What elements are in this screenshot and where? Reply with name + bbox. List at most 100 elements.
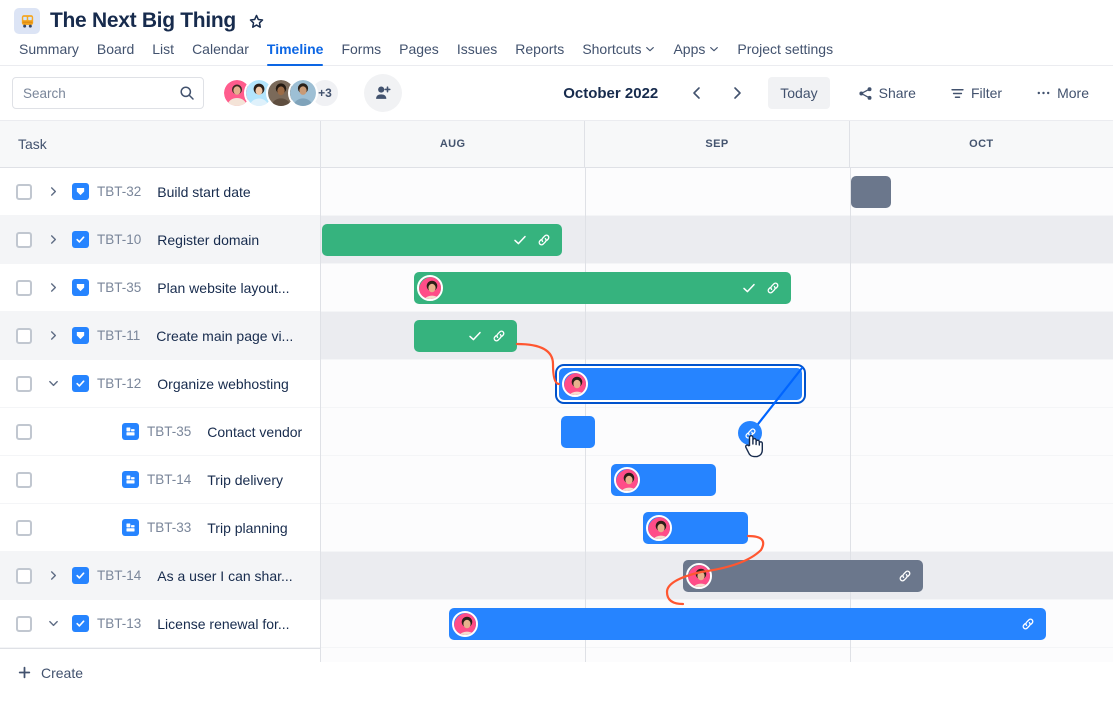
search-input[interactable] (13, 78, 203, 108)
share-icon (858, 86, 873, 101)
search-box[interactable] (12, 77, 204, 109)
row-checkbox[interactable] (16, 424, 32, 440)
expand-chevron-right-icon[interactable] (42, 186, 64, 197)
avatar-group: +3 (222, 78, 340, 108)
issue-key[interactable]: TBT-14 (97, 568, 141, 583)
table-row[interactable]: TBT-35 Plan website layout... (0, 264, 320, 312)
link-icon (744, 427, 757, 440)
task-column-header: Task (0, 121, 321, 167)
issue-summary[interactable]: Build start date (157, 184, 250, 200)
issue-key[interactable]: TBT-13 (97, 616, 141, 631)
row-checkbox[interactable] (16, 376, 32, 392)
issue-summary[interactable]: Trip planning (207, 520, 287, 536)
tab-summary[interactable]: Summary (10, 37, 88, 66)
tab-forms[interactable]: Forms (332, 37, 390, 66)
gantt-bar-tbt-13[interactable] (449, 608, 1046, 640)
issue-key[interactable]: TBT-11 (97, 328, 140, 343)
tab-reports[interactable]: Reports (506, 37, 573, 66)
tab-calendar[interactable]: Calendar (183, 37, 258, 66)
expand-chevron-right-icon[interactable] (42, 570, 64, 581)
table-row[interactable]: TBT-12 Organize webhosting (0, 360, 320, 408)
issue-key[interactable]: TBT-35 (97, 280, 141, 295)
gantt-bar-tbt-11[interactable] (414, 320, 517, 352)
table-row[interactable]: TBT-10 Register domain (0, 216, 320, 264)
collapse-chevron-down-icon[interactable] (42, 378, 64, 389)
today-button[interactable]: Today (768, 77, 829, 109)
row-checkbox[interactable] (16, 232, 32, 248)
table-row[interactable]: TBT-11 Create main page vi... (0, 312, 320, 360)
row-checkbox[interactable] (16, 280, 32, 296)
table-row[interactable]: TBT-14 Trip delivery (0, 456, 320, 504)
row-checkbox[interactable] (16, 616, 32, 632)
gantt-bar-tbt-10[interactable] (322, 224, 562, 256)
tab-pages[interactable]: Pages (390, 37, 448, 66)
gantt-bar-tbt-32[interactable] (851, 176, 891, 208)
more-button[interactable]: More (1024, 77, 1101, 109)
avatar (686, 563, 712, 589)
gantt-chart[interactable] (321, 168, 1113, 662)
row-checkbox[interactable] (16, 520, 32, 536)
row-checkbox[interactable] (16, 472, 32, 488)
issue-key[interactable]: TBT-10 (97, 232, 141, 247)
issue-summary[interactable]: Create main page vi... (156, 328, 293, 344)
avatar[interactable] (288, 78, 318, 108)
bus-icon (14, 8, 40, 34)
tab-label: Shortcuts (582, 41, 641, 57)
issue-summary[interactable]: Trip delivery (207, 472, 283, 488)
issue-summary[interactable]: License renewal for... (157, 616, 289, 632)
expand-chevron-right-icon[interactable] (42, 234, 64, 245)
issue-key[interactable]: TBT-33 (147, 520, 191, 535)
gantt-bar-tbt-33-subtask[interactable] (643, 512, 748, 544)
issue-summary[interactable]: Contact vendor (207, 424, 302, 440)
issue-key[interactable]: TBT-35 (147, 424, 191, 439)
add-people-button[interactable] (364, 74, 402, 112)
tab-label: Reports (515, 41, 564, 57)
tab-timeline[interactable]: Timeline (258, 37, 333, 66)
gantt-bar-tbt-35-subtask[interactable] (561, 416, 595, 448)
table-row[interactable]: TBT-13 License renewal for... (0, 600, 320, 648)
chevron-left-icon (690, 86, 704, 100)
table-row[interactable]: TBT-14 As a user I can shar... (0, 552, 320, 600)
row-checkbox[interactable] (16, 184, 32, 200)
issue-type-subtask-icon (122, 423, 139, 440)
expand-chevron-right-icon[interactable] (42, 330, 64, 341)
tab-project-settings[interactable]: Project settings (728, 37, 842, 66)
row-checkbox[interactable] (16, 328, 32, 344)
star-icon[interactable] (248, 13, 265, 30)
next-period-button[interactable] (722, 78, 752, 108)
month-header-row: AUG SEP OCT (321, 121, 1113, 167)
table-row[interactable]: TBT-33 Trip planning (0, 504, 320, 552)
tab-list[interactable]: List (143, 37, 183, 66)
issue-key[interactable]: TBT-14 (147, 472, 191, 487)
task-list: TBT-32 Build start date TBT-10 Register … (0, 168, 321, 662)
issue-type-subtask-icon (122, 471, 139, 488)
dependency-link-handle[interactable] (738, 421, 762, 445)
issue-summary[interactable]: Organize webhosting (157, 376, 289, 392)
issue-summary[interactable]: Register domain (157, 232, 259, 248)
share-button[interactable]: Share (846, 77, 928, 109)
create-issue-button[interactable]: Create (0, 648, 320, 696)
more-label: More (1057, 85, 1089, 101)
link-icon (898, 569, 912, 583)
tab-board[interactable]: Board (88, 37, 143, 66)
gantt-bar-tbt-35[interactable] (414, 272, 791, 304)
avatar (646, 515, 672, 541)
table-row[interactable]: TBT-32 Build start date (0, 168, 320, 216)
gantt-bar-tbt-14-subtask[interactable] (611, 464, 716, 496)
filter-button[interactable]: Filter (938, 77, 1014, 109)
row-checkbox[interactable] (16, 568, 32, 584)
issue-key[interactable]: TBT-32 (97, 184, 141, 199)
tab-apps[interactable]: Apps (664, 37, 728, 66)
issue-key[interactable]: TBT-12 (97, 376, 141, 391)
gantt-bar-tbt-12[interactable] (559, 368, 802, 400)
issue-summary[interactable]: Plan website layout... (157, 280, 289, 296)
expand-chevron-right-icon[interactable] (42, 282, 64, 293)
table-row[interactable]: TBT-35 Contact vendor (0, 408, 320, 456)
previous-period-button[interactable] (682, 78, 712, 108)
collapse-chevron-down-icon[interactable] (42, 618, 64, 629)
issue-summary[interactable]: As a user I can shar... (157, 568, 292, 584)
tab-shortcuts[interactable]: Shortcuts (573, 37, 664, 66)
gantt-bar-tbt-14[interactable] (683, 560, 923, 592)
bar-badges (1021, 617, 1046, 631)
tab-issues[interactable]: Issues (448, 37, 506, 66)
